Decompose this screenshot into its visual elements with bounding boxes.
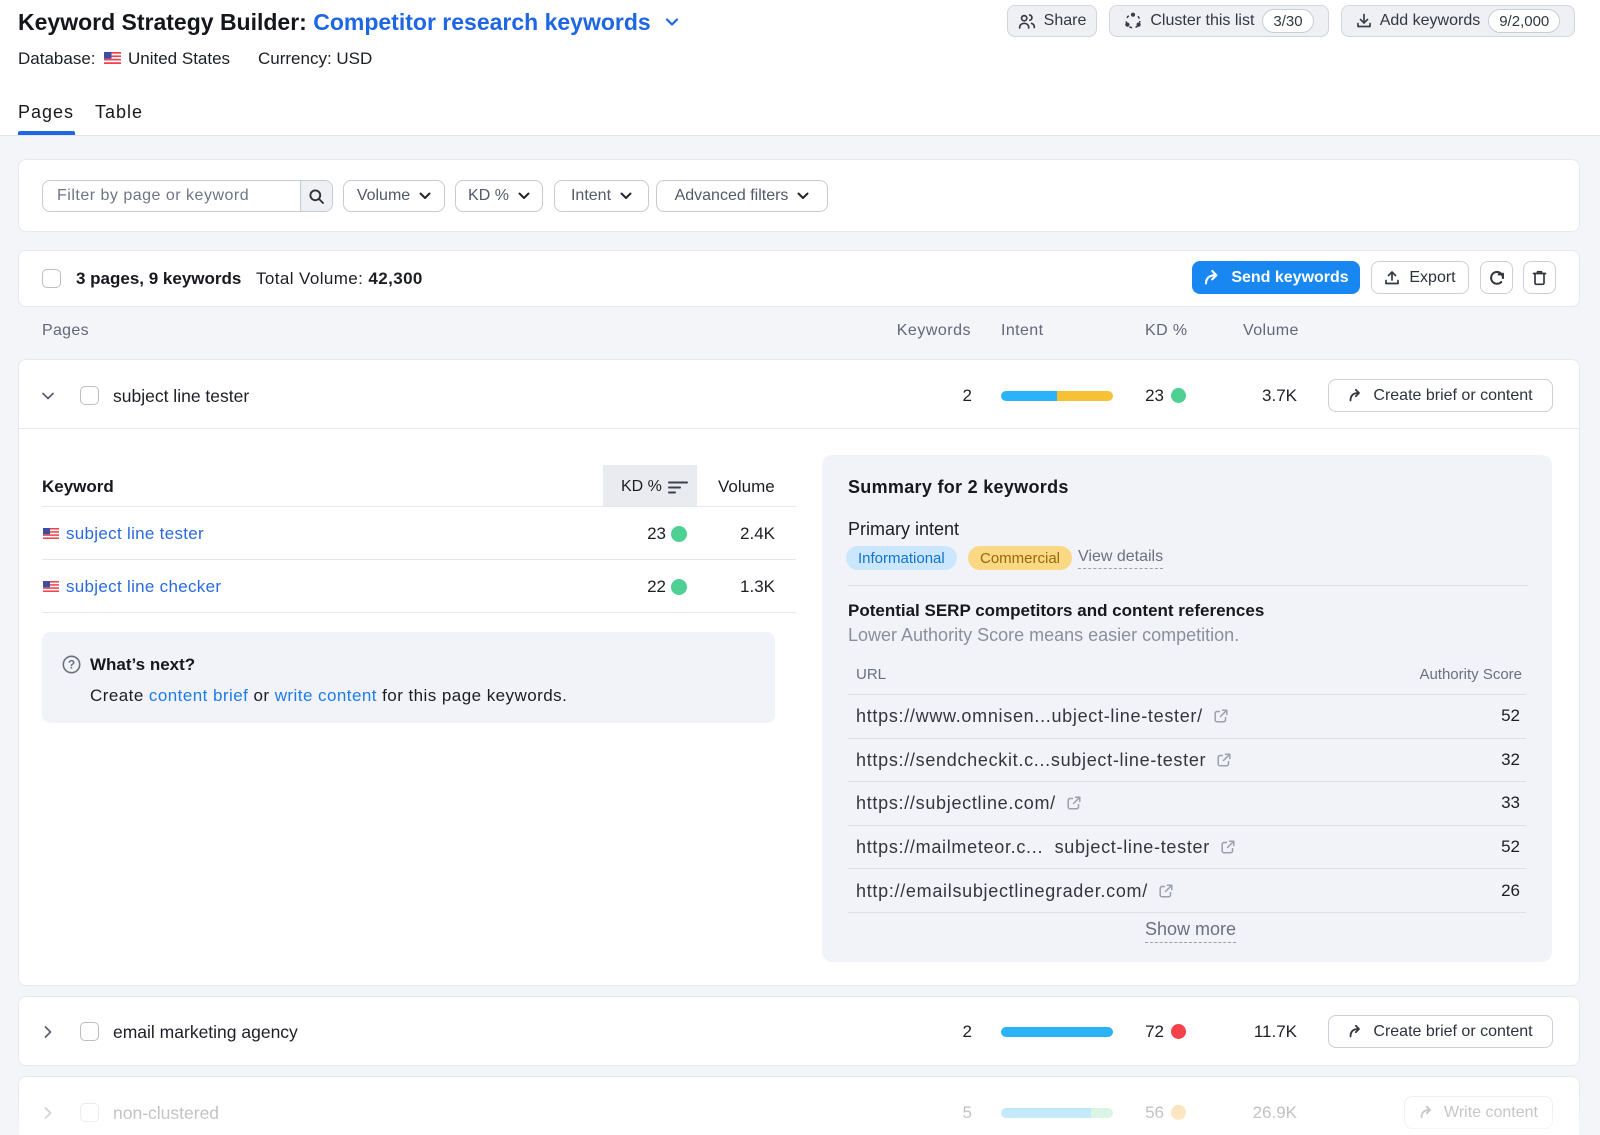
svg-text:?: ? [68, 658, 75, 672]
